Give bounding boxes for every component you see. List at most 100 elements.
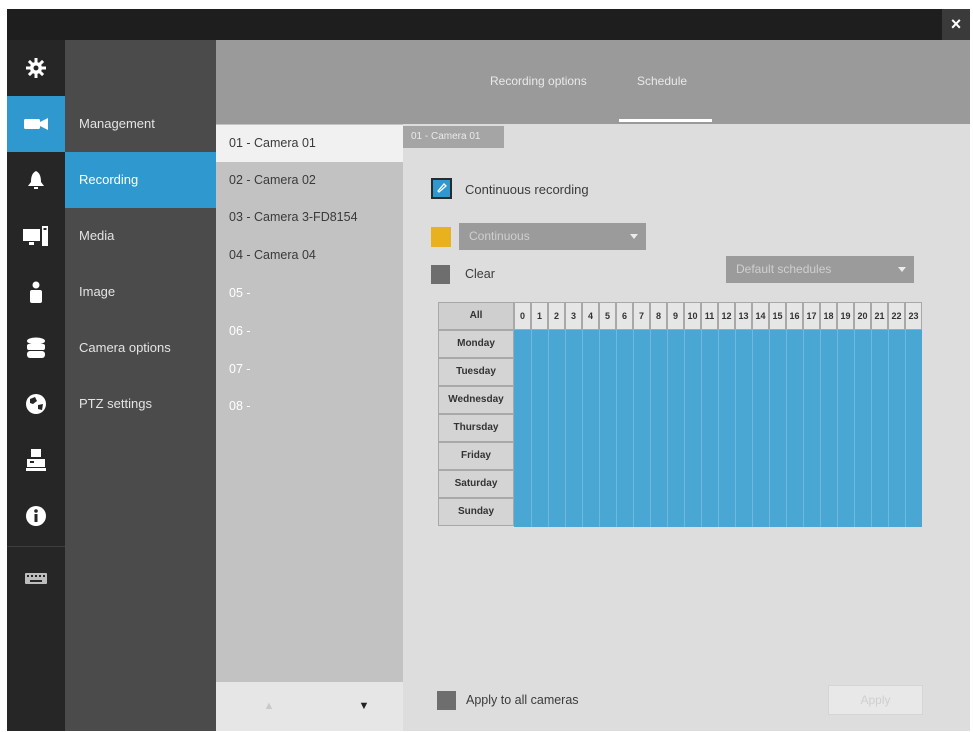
user-icon	[28, 281, 44, 303]
hour-divider	[769, 330, 770, 527]
hour-divider	[650, 330, 651, 527]
hour-header[interactable]: 10	[684, 302, 701, 330]
gear-icon	[25, 57, 47, 79]
tab-recording-options[interactable]: Recording options	[490, 74, 587, 88]
clear-swatch[interactable]	[431, 265, 450, 284]
sidebar-keyboard[interactable]	[7, 550, 65, 606]
hour-header[interactable]: 16	[786, 302, 803, 330]
schedule-fill-area[interactable]	[514, 330, 922, 527]
hour-header[interactable]: 4	[582, 302, 599, 330]
submenu-recording[interactable]: Recording	[65, 152, 216, 208]
day-row-header[interactable]: Saturday	[438, 470, 514, 498]
alarm-icon	[26, 170, 46, 190]
hour-divider	[599, 330, 600, 527]
camera-list: 01 - Camera 01 02 - Camera 02 03 - Camer…	[216, 124, 403, 682]
hour-header[interactable]: 20	[854, 302, 871, 330]
hour-header[interactable]: 6	[616, 302, 633, 330]
hour-header[interactable]: 1	[531, 302, 548, 330]
day-row-header[interactable]: Tuesday	[438, 358, 514, 386]
camera-item-03[interactable]: 03 - Camera 3-FD8154	[216, 199, 403, 236]
sidebar-alarm[interactable]	[7, 152, 65, 208]
camera-item-08[interactable]: 08 -	[216, 388, 403, 425]
hour-header[interactable]: 14	[752, 302, 769, 330]
title-bar: ×	[7, 9, 970, 40]
day-row-header[interactable]: Friday	[438, 442, 514, 470]
submenu-image[interactable]: Image	[65, 264, 216, 320]
recording-mode-value: Continuous	[469, 229, 530, 243]
continuous-recording-label: Continuous recording	[465, 182, 589, 197]
close-button[interactable]: ×	[942, 9, 970, 40]
day-row-header[interactable]: Wednesday	[438, 386, 514, 414]
hour-header[interactable]: 15	[769, 302, 786, 330]
hour-header[interactable]: 22	[888, 302, 905, 330]
day-row-header[interactable]: Thursday	[438, 414, 514, 442]
hour-divider	[667, 330, 668, 527]
hour-divider	[531, 330, 532, 527]
keyboard-icon	[25, 571, 47, 585]
network-icon	[25, 393, 47, 415]
sidebar-display[interactable]	[7, 208, 65, 264]
hour-divider	[905, 330, 906, 527]
hour-divider	[803, 330, 804, 527]
hour-header[interactable]: 19	[837, 302, 854, 330]
hour-header[interactable]: 5	[599, 302, 616, 330]
camera-icon	[24, 117, 48, 131]
hour-divider	[633, 330, 634, 527]
apply-button[interactable]: Apply	[828, 685, 923, 715]
hour-divider	[854, 330, 855, 527]
day-row-header[interactable]: Sunday	[438, 498, 514, 526]
sidebar-network[interactable]	[7, 376, 65, 432]
schedule-grid: All 0 1 2 3 4 5 6 7 8 9 10 11 12 13 14 15 16 17 18 19 20 21 22…	[438, 302, 924, 528]
hour-divider	[786, 330, 787, 527]
hour-header[interactable]: 13	[735, 302, 752, 330]
tab-schedule[interactable]: Schedule	[637, 74, 687, 88]
sidebar-info[interactable]	[7, 488, 65, 544]
sidebar-system[interactable]	[7, 432, 65, 488]
default-schedules-dropdown[interactable]: Default schedules	[726, 256, 914, 283]
hour-header[interactable]: 0	[514, 302, 531, 330]
sidebar-user[interactable]	[7, 264, 65, 320]
hour-divider	[701, 330, 702, 527]
sidebar-camera[interactable]	[7, 96, 65, 152]
submenu-media[interactable]: Media	[65, 208, 216, 264]
submenu-camera-options[interactable]: Camera options	[65, 320, 216, 376]
hour-header[interactable]: 12	[718, 302, 735, 330]
system-icon	[26, 449, 46, 471]
submenu-management[interactable]: Management	[65, 96, 216, 152]
default-schedules-value: Default schedules	[736, 262, 832, 276]
camera-item-04[interactable]: 04 - Camera 04	[216, 237, 403, 274]
page-up-button[interactable]: ▲	[254, 696, 284, 716]
hour-header[interactable]: 8	[650, 302, 667, 330]
apply-all-checkbox[interactable]	[437, 691, 456, 710]
schedule-panel: 01 - Camera 01 Continuous recording Cont…	[403, 124, 970, 731]
sidebar-storage[interactable]	[7, 320, 65, 376]
hour-divider	[616, 330, 617, 527]
recording-mode-dropdown[interactable]: Continuous	[459, 223, 646, 250]
day-row-header[interactable]: Monday	[438, 330, 514, 358]
submenu-ptz-settings[interactable]: PTZ settings	[65, 376, 216, 432]
camera-item-02[interactable]: 02 - Camera 02	[216, 162, 403, 199]
hour-divider	[548, 330, 549, 527]
hour-header[interactable]: 17	[803, 302, 820, 330]
page-down-button[interactable]: ▼	[349, 696, 379, 716]
hour-header[interactable]: 23	[905, 302, 922, 330]
hour-header[interactable]: 2	[548, 302, 565, 330]
continuous-recording-checkbox[interactable]	[431, 178, 452, 199]
camera-item-06[interactable]: 06 -	[216, 313, 403, 350]
sidebar-settings[interactable]	[7, 40, 65, 96]
icon-sidebar	[7, 40, 65, 731]
hour-header[interactable]: 21	[871, 302, 888, 330]
sidebar-separator	[7, 546, 65, 547]
hour-header[interactable]: 7	[633, 302, 650, 330]
select-all-cell[interactable]: All	[438, 302, 514, 330]
camera-item-05[interactable]: 05 -	[216, 275, 403, 312]
hour-header[interactable]: 3	[565, 302, 582, 330]
info-icon	[25, 505, 47, 527]
camera-item-01[interactable]: 01 - Camera 01	[216, 125, 403, 162]
hour-header[interactable]: 18	[820, 302, 837, 330]
hour-header[interactable]: 9	[667, 302, 684, 330]
active-tab-indicator	[619, 119, 712, 122]
camera-item-07[interactable]: 07 -	[216, 351, 403, 388]
hour-header[interactable]: 11	[701, 302, 718, 330]
hour-divider	[837, 330, 838, 527]
